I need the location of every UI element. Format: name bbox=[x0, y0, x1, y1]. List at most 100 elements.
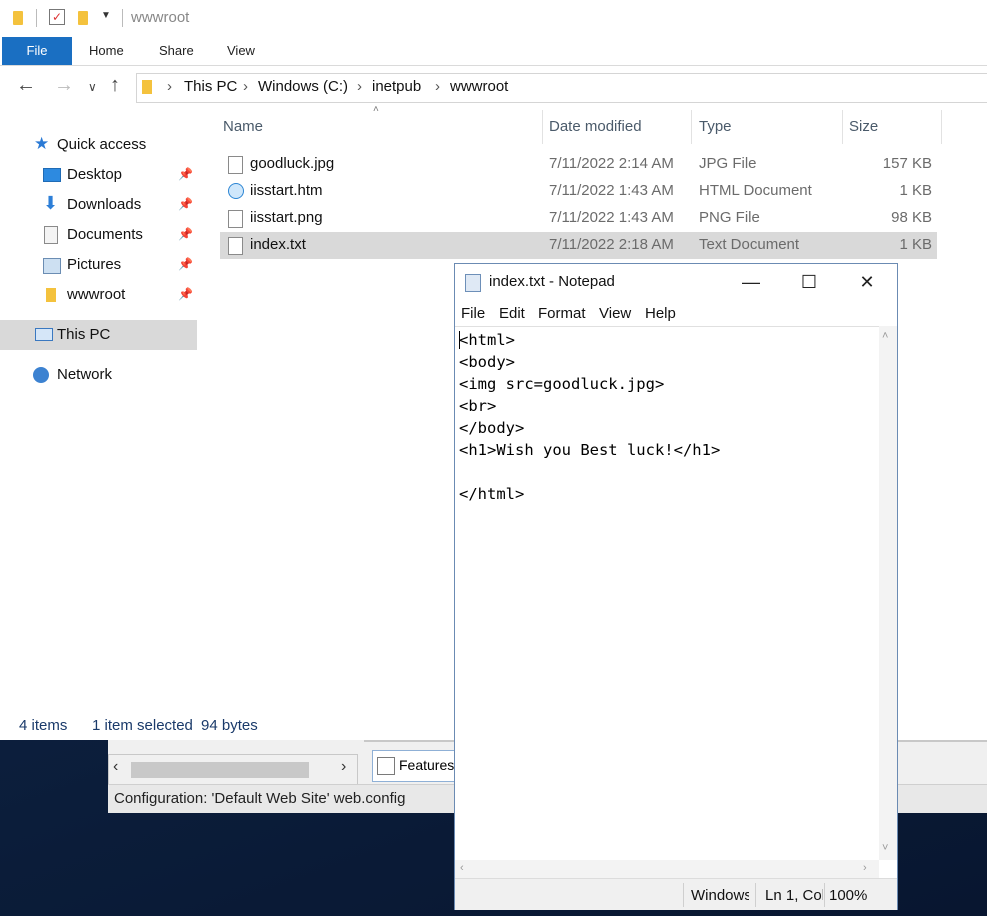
sidebar-item-pictures[interactable]: Pictures 📌 bbox=[0, 250, 197, 280]
folder-icon bbox=[46, 288, 56, 302]
minimize-icon[interactable]: — bbox=[728, 268, 774, 296]
close-icon[interactable]: ✕ bbox=[844, 268, 890, 296]
table-row[interactable]: goodluck.jpg 7/11/2022 2:14 AM JPG File … bbox=[220, 151, 937, 178]
column-label: Size bbox=[849, 118, 879, 135]
back-arrow-icon[interactable]: ← bbox=[16, 74, 36, 97]
sidebar-item-label: Quick access bbox=[57, 136, 147, 153]
chevron-right-icon[interactable]: › bbox=[435, 78, 440, 95]
pin-icon[interactable]: 📌 bbox=[178, 227, 193, 241]
document-icon bbox=[44, 226, 58, 244]
breadcrumb-wwwroot[interactable]: wwwroot bbox=[450, 78, 508, 95]
notepad-horizontal-scrollbar[interactable]: ‹ › bbox=[455, 860, 879, 878]
scroll-left-icon[interactable]: ‹ bbox=[460, 862, 464, 874]
recent-locations-icon[interactable]: ∨ bbox=[88, 80, 97, 94]
star-icon: ★ bbox=[34, 134, 50, 153]
notepad-vertical-scrollbar[interactable]: ˄ ˅ bbox=[879, 326, 897, 860]
up-arrow-icon[interactable]: ↑ bbox=[110, 74, 120, 97]
column-header-name[interactable]: Name bbox=[220, 110, 542, 146]
file-date: 7/11/2022 1:43 AM bbox=[549, 182, 674, 199]
file-type: PNG File bbox=[699, 209, 760, 226]
file-size: 1 KB bbox=[899, 236, 932, 253]
chevron-right-icon[interactable]: › bbox=[243, 78, 248, 95]
column-label: Type bbox=[699, 118, 732, 135]
sidebar-item-label: wwwroot bbox=[67, 286, 126, 303]
file-size: 98 KB bbox=[891, 209, 932, 226]
sidebar-item-documents[interactable]: Documents 📌 bbox=[0, 220, 197, 250]
image-file-icon bbox=[228, 156, 243, 174]
scroll-thumb[interactable] bbox=[131, 762, 309, 778]
table-row-selected[interactable]: index.txt 7/11/2022 2:18 AM Text Documen… bbox=[220, 232, 937, 259]
table-row[interactable]: iisstart.png 7/11/2022 1:43 AM PNG File … bbox=[220, 205, 937, 232]
tab-view[interactable]: View bbox=[227, 37, 255, 65]
column-header-size[interactable]: Size bbox=[843, 110, 941, 146]
scroll-right-icon[interactable]: › bbox=[341, 758, 346, 776]
properties-icon[interactable]: ✓ bbox=[49, 9, 65, 25]
menu-help[interactable]: Help bbox=[645, 305, 676, 322]
desktop-icon bbox=[43, 168, 61, 182]
file-date: 7/11/2022 1:43 AM bbox=[549, 209, 674, 226]
column-divider[interactable] bbox=[941, 110, 942, 144]
pictures-icon bbox=[43, 258, 61, 274]
tab-share[interactable]: Share bbox=[159, 37, 194, 65]
folder-icon bbox=[142, 80, 152, 94]
scroll-left-icon[interactable]: ‹ bbox=[113, 758, 118, 776]
status-divider bbox=[755, 883, 756, 907]
sidebar-item-quick-access[interactable]: ★ Quick access bbox=[0, 130, 197, 160]
pin-icon[interactable]: 📌 bbox=[178, 257, 193, 271]
file-name: goodluck.jpg bbox=[250, 155, 335, 172]
breadcrumb-this-pc[interactable]: This PC bbox=[184, 78, 237, 95]
file-size: 1 KB bbox=[899, 182, 932, 199]
forward-arrow-icon[interactable]: → bbox=[54, 74, 74, 97]
selection-count: 1 item selected bbox=[92, 717, 193, 734]
explorer-status-bar: 4 items 1 item selected 94 bytes bbox=[0, 712, 460, 740]
scroll-up-icon[interactable]: ˄ bbox=[882, 330, 888, 342]
file-date: 7/11/2022 2:18 AM bbox=[549, 236, 674, 253]
sidebar-item-this-pc[interactable]: This PC bbox=[0, 320, 197, 350]
sidebar-item-label: Downloads bbox=[67, 196, 142, 213]
sidebar-item-desktop[interactable]: Desktop 📌 bbox=[0, 160, 197, 190]
file-type: Text Document bbox=[699, 236, 800, 253]
sidebar-item-downloads[interactable]: ⬇ Downloads 📌 bbox=[0, 190, 197, 220]
notepad-content[interactable]: <html> <body> <img src=goodluck.jpg> <br… bbox=[459, 329, 720, 505]
notepad-menu-bar: File Edit Format View Help bbox=[455, 300, 897, 326]
column-header-date[interactable]: Date modified bbox=[543, 110, 691, 146]
pin-icon[interactable]: 📌 bbox=[178, 197, 193, 211]
pin-icon[interactable]: 📌 bbox=[178, 167, 193, 181]
sidebar-item-network[interactable]: Network bbox=[0, 360, 197, 390]
scroll-right-icon[interactable]: › bbox=[863, 862, 867, 874]
status-zoom: 100% bbox=[829, 887, 868, 904]
maximize-icon[interactable]: ☐ bbox=[786, 268, 832, 296]
computer-icon bbox=[35, 328, 53, 341]
table-row[interactable]: iisstart.htm 7/11/2022 1:43 AM HTML Docu… bbox=[220, 178, 937, 205]
customize-toolbar-icon[interactable]: ▼ bbox=[101, 10, 111, 21]
menu-view[interactable]: View bbox=[599, 305, 631, 322]
tab-file[interactable]: File bbox=[2, 37, 72, 65]
column-label: Date modified bbox=[549, 118, 642, 135]
breadcrumb-windows-c[interactable]: Windows (C:) bbox=[258, 78, 348, 95]
pin-icon[interactable]: 📌 bbox=[178, 287, 193, 301]
iis-horizontal-scrollbar[interactable]: ‹ › bbox=[108, 754, 358, 786]
toolbar-divider bbox=[122, 9, 123, 27]
notepad-title-bar[interactable]: index.txt - Notepad — ☐ ✕ bbox=[455, 264, 897, 300]
menu-edit[interactable]: Edit bbox=[499, 305, 525, 322]
notepad-text-area[interactable]: <html> <body> <img src=goodluck.jpg> <br… bbox=[455, 326, 879, 861]
window-title: wwwroot bbox=[131, 9, 190, 26]
column-header-type[interactable]: Type bbox=[692, 110, 842, 146]
address-bar[interactable]: › This PC › Windows (C:) › inetpub › www… bbox=[136, 73, 987, 103]
scroll-down-icon[interactable]: ˅ bbox=[882, 842, 888, 854]
file-name: iisstart.htm bbox=[250, 182, 323, 199]
chevron-right-icon[interactable]: › bbox=[357, 78, 362, 95]
selection-size: 94 bytes bbox=[201, 717, 258, 734]
menu-file[interactable]: File bbox=[461, 305, 485, 322]
network-icon bbox=[33, 367, 49, 383]
file-name: index.txt bbox=[250, 236, 306, 253]
sidebar-item-label: This PC bbox=[57, 326, 111, 343]
sidebar-item-wwwroot[interactable]: wwwroot 📌 bbox=[0, 280, 197, 310]
menu-format[interactable]: Format bbox=[538, 305, 586, 322]
chevron-right-icon[interactable]: › bbox=[167, 78, 172, 95]
breadcrumb-inetpub[interactable]: inetpub bbox=[372, 78, 421, 95]
tab-home[interactable]: Home bbox=[89, 37, 124, 65]
text-file-icon bbox=[228, 237, 243, 255]
navigation-pane: ★ Quick access Desktop 📌 ⬇ Downloads 📌 D… bbox=[0, 108, 200, 708]
new-folder-icon[interactable] bbox=[78, 11, 88, 25]
